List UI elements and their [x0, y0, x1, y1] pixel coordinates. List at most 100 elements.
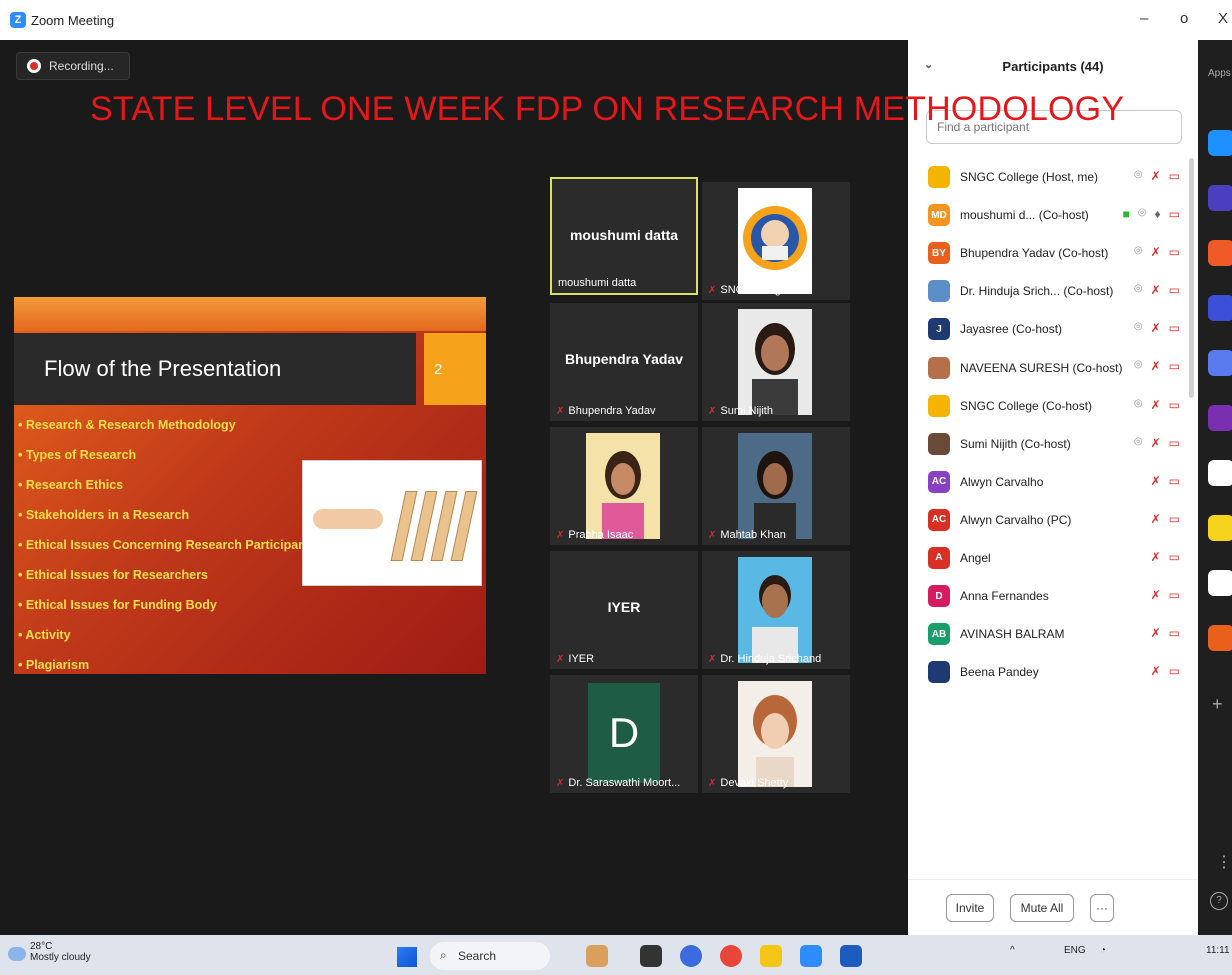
app-icon[interactable] — [1208, 625, 1232, 651]
participant-row[interactable]: Dr. Hinduja Srich... (Co-host) ◎ ✗ ▭ — [908, 272, 1198, 310]
video-tile[interactable]: ✗ Prabha Isaac — [550, 427, 698, 545]
participant-row[interactable]: AC Alwyn Carvalho ✗ ▭ — [908, 463, 1198, 501]
college-logo-image — [738, 188, 812, 294]
more-options-button[interactable]: ··· — [1090, 893, 1114, 922]
participant-name: Dr. Hinduja Srich... (Co-host) — [960, 284, 1114, 299]
language-indicator[interactable]: ENG — [1064, 945, 1086, 956]
app-icon[interactable] — [1208, 130, 1232, 156]
add-app-icon[interactable]: + — [1212, 694, 1223, 715]
slide-bullet: Ethical Issues for Researchers — [18, 565, 317, 595]
word-icon[interactable] — [840, 945, 862, 967]
zoom-taskbar-icon[interactable] — [800, 945, 822, 967]
taskbar-app-icon[interactable] — [586, 945, 608, 967]
app-icon[interactable] — [1208, 570, 1232, 596]
participant-avatar: BY — [928, 242, 950, 265]
muted-mic-icon: ✗ — [708, 406, 717, 417]
muted-mic-icon: ✗ — [1150, 283, 1161, 298]
participant-row[interactable]: BY Bhupendra Yadav (Co-host) ◎ ✗ ▭ — [908, 234, 1198, 272]
video-tile[interactable]: ✗ Devaki Shetty — [702, 675, 850, 793]
participant-photo — [738, 309, 812, 415]
chevron-up-icon[interactable]: ^ — [1010, 945, 1015, 956]
close-button[interactable]: X — [1218, 10, 1228, 27]
banner-title: STATE LEVEL ONE WEEK FDP ON RESEARCH MET… — [90, 90, 1125, 128]
participant-photo — [738, 433, 812, 539]
participant-avatar: MD — [928, 204, 950, 227]
participant-name: SNGC College (Co-host) — [960, 398, 1093, 413]
video-tile[interactable]: ✗ Dr. Hinduja Srichand — [702, 551, 850, 669]
slide-bullet: Stakeholders in a Research — [18, 505, 317, 535]
caption-icon: ◎ — [1133, 359, 1143, 371]
video-tile[interactable]: moushumi datta moushumi datta — [550, 177, 698, 295]
taskbar-app-icon[interactable] — [640, 945, 662, 967]
participant-row[interactable]: D Anna Fernandes ✗ ▭ — [908, 577, 1198, 615]
restore-button[interactable]: o — [1180, 10, 1188, 27]
video-off-icon: ▭ — [1168, 397, 1180, 412]
wifi-icon[interactable]: ◔ — [1100, 945, 1106, 956]
video-off-icon: ▭ — [1168, 207, 1180, 222]
tile-label: ✗ Prabha Isaac — [556, 529, 634, 541]
chevron-down-icon[interactable]: ⌄ — [924, 58, 933, 71]
muted-mic-icon: ✗ — [556, 654, 565, 665]
app-icon[interactable] — [1208, 350, 1232, 376]
app-icon[interactable] — [1208, 405, 1232, 431]
taskbar-search[interactable]: ⌕ Search — [430, 942, 550, 970]
invite-button[interactable]: Invite — [946, 893, 994, 922]
app-icon[interactable] — [1208, 295, 1232, 321]
participant-row[interactable]: Sumi Nijith (Co-host) ◎ ✗ ▭ — [908, 425, 1198, 463]
caption-icon: ◎ — [1133, 435, 1143, 447]
participants-panel: ⌄ Participants (44) SNGC College (Host, … — [908, 40, 1198, 935]
more-vertical-icon[interactable]: ⋮ — [1216, 852, 1232, 872]
app-icon[interactable] — [1208, 185, 1232, 211]
slide-bullet: Ethical Issues for Funding Body — [18, 595, 317, 625]
weather-widget[interactable]: 28°C Mostly cloudy — [30, 941, 91, 963]
weather-text: Mostly cloudy — [30, 952, 91, 963]
muted-mic-icon: ✗ — [1150, 664, 1161, 679]
muted-mic-icon: ✗ — [1150, 321, 1161, 336]
recording-indicator[interactable]: Recording... — [16, 52, 130, 80]
participant-avatar: AB — [928, 623, 950, 646]
clock-time[interactable]: 11:11 — [1206, 945, 1230, 956]
slide-top-band — [14, 297, 486, 331]
video-tile[interactable]: Bhupendra Yadav ✗ Bhupendra Yadav — [550, 303, 698, 421]
participant-row[interactable]: SNGC College (Host, me) ◎ ✗ ▭ — [908, 158, 1198, 196]
participant-row[interactable]: AC Alwyn Carvalho (PC) ✗ ▭ — [908, 501, 1198, 539]
video-off-icon: ▭ — [1168, 511, 1180, 526]
participant-photo — [586, 433, 660, 539]
slide-title: Flow of the Presentation — [14, 333, 416, 405]
participant-row[interactable]: MD moushumi d... (Co-host) ■ ◎ ♦ ▭ — [908, 196, 1198, 234]
muted-mic-icon: ✗ — [708, 530, 717, 541]
muted-mic-icon: ✗ — [1150, 588, 1161, 603]
minimize-button[interactable]: – — [1140, 10, 1148, 27]
mute-all-button[interactable]: Mute All — [1010, 893, 1074, 922]
participant-avatar: J — [928, 318, 950, 341]
taskbar-app-icon[interactable] — [680, 945, 702, 967]
file-explorer-icon[interactable] — [760, 945, 782, 967]
participant-row[interactable]: A Angel ✗ ▭ — [908, 539, 1198, 577]
participant-row[interactable]: Beena Pandey ✗ ▭ — [908, 653, 1198, 691]
video-tile[interactable]: IYER ✗ IYER — [550, 551, 698, 669]
participant-row[interactable]: J Jayasree (Co-host) ◎ ✗ ▭ — [908, 310, 1198, 348]
caption-icon: ◎ — [1133, 245, 1143, 257]
app-icon[interactable] — [1208, 515, 1232, 541]
tile-display-name: IYER — [607, 599, 641, 615]
apps-sidebar: Apps + ⋮ ? — [1198, 40, 1232, 935]
video-tile[interactable]: ✗ SNGCcollege — [702, 182, 850, 300]
participant-row[interactable]: AB AVINASH BALRAM ✗ ▭ — [908, 615, 1198, 653]
windows-start-icon[interactable] — [397, 947, 417, 967]
video-tile[interactable]: ✗ Sumi Nijith — [702, 303, 850, 421]
video-tile[interactable]: ✗ Mahtab Khan — [702, 427, 850, 545]
muted-mic-icon: ✗ — [1150, 397, 1161, 412]
app-icon[interactable] — [1208, 460, 1232, 486]
app-icon[interactable] — [1208, 240, 1232, 266]
participant-name: Angel — [960, 550, 991, 565]
muted-mic-icon: ✗ — [1150, 511, 1161, 526]
muted-mic-icon: ✗ — [1150, 359, 1161, 374]
video-tile[interactable]: D ✗ Dr. Saraswathi Moort... — [550, 675, 698, 793]
participant-photo — [738, 557, 812, 663]
caption-icon: ◎ — [1133, 169, 1143, 180]
participant-photo — [738, 681, 812, 787]
participant-row[interactable]: NAVEENA SURESH (Co-host) ◎ ✗ ▭ — [908, 348, 1198, 386]
chrome-icon[interactable] — [720, 945, 742, 967]
help-icon[interactable]: ? — [1210, 892, 1228, 910]
participant-row[interactable]: SNGC College (Co-host) ◎ ✗ ▭ — [908, 387, 1198, 425]
